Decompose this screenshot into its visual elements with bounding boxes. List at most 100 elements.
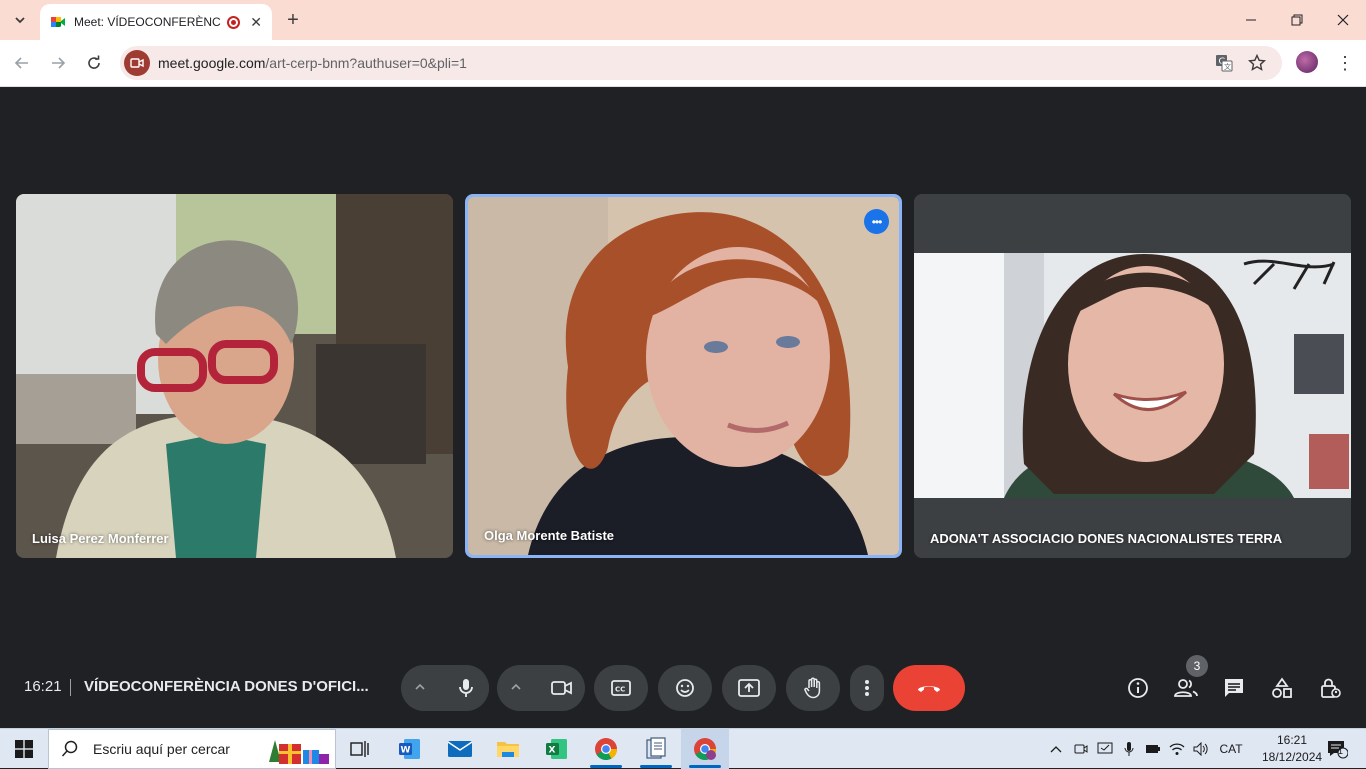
translate-icon[interactable]: G文 [1214,46,1234,80]
taskbar-documents[interactable] [632,729,680,769]
chrome-profile-icon [694,738,716,760]
camera-button[interactable] [539,665,585,711]
hand-icon [804,677,821,699]
monitor-check-icon [1097,742,1113,754]
hang-up-icon [918,686,940,692]
present-screen-icon [738,679,760,697]
back-button[interactable] [8,49,36,77]
more-horizontal-icon: ••• [871,214,883,229]
tray-language[interactable]: CAT [1216,729,1246,769]
taskbar-mail[interactable] [436,729,484,769]
new-tab-button[interactable]: + [280,7,306,33]
task-view-button[interactable] [336,729,384,769]
show-hidden-icons-button[interactable] [1046,729,1066,769]
wifi-icon [1169,743,1185,755]
participant-name: ADONA'T ASSOCIACIO DONES NACIONALISTES T… [930,531,1283,546]
participant-name: Olga Morente Batiste [484,528,615,543]
bookmark-star-icon[interactable] [1248,46,1266,80]
tray-date: 18/12/2024 [1262,750,1323,764]
document-icon [646,737,666,759]
participant-video-olga [468,197,899,555]
activities-icon [1272,677,1292,698]
activities-button[interactable] [1268,674,1296,702]
video-options-button[interactable] [509,680,523,699]
participant-video-luisa [16,194,453,558]
tray-clock[interactable]: 16:21 18/12/2024 [1262,732,1322,766]
taskbar-word[interactable]: W [386,729,434,769]
forward-button[interactable] [44,49,72,77]
taskbar-search-box[interactable]: Escriu aquí per cercar [48,729,336,769]
tile-more-options-button[interactable]: ••• [864,209,889,234]
captions-button[interactable]: CC [594,665,648,711]
tray-app-icon[interactable] [1095,729,1115,769]
close-window-button[interactable] [1320,0,1366,40]
reload-icon [88,55,100,69]
site-camera-icon[interactable] [124,50,150,76]
tray-network[interactable] [1167,729,1187,769]
arrow-right-icon [52,57,66,69]
participant-tile-olga[interactable]: ••• Olga Morente Batiste [465,194,902,558]
more-options-button[interactable] [850,665,884,711]
profile-avatar[interactable] [1296,51,1318,73]
meeting-details-button[interactable] [1124,674,1152,702]
close-icon [1337,14,1349,26]
folder-icon [497,742,519,757]
url-text: meet.google.com/art-cerp-bnm?authuser=0&… [158,55,467,71]
microphone-button[interactable] [443,665,489,711]
reload-button[interactable] [80,49,108,77]
emoji-icon [676,679,694,697]
restore-icon [1291,14,1303,26]
raise-hand-button[interactable] [786,665,840,711]
svg-text:文: 文 [1224,62,1231,71]
leave-call-button[interactable] [893,665,965,711]
tab-strip: Meet: VÍDEOCONFERÈNCIA DONES D'OFICI ✕ + [0,0,1366,40]
info-icon [1128,678,1148,698]
svg-text:X: X [549,746,556,756]
divider [70,679,71,696]
chevron-down-icon [15,17,25,24]
participant-tile-adonat[interactable]: ADONA'T ASSOCIACIO DONES NACIONALISTES T… [914,194,1351,558]
minimize-icon [1246,19,1256,21]
taskbar-chrome-1[interactable] [582,729,630,769]
tab-title: Meet: VÍDEOCONFERÈNCIA DONES D'OFICI [74,15,222,29]
tray-volume[interactable] [1191,729,1211,769]
tray-meet-now[interactable] [1071,729,1091,769]
browser-menu-icon[interactable]: ⋮ [1336,52,1354,74]
more-vertical-icon [865,680,869,696]
meeting-time: 16:21 [24,678,62,695]
notification-center-button[interactable]: 1 [1322,729,1352,769]
svg-text:W: W [401,746,411,756]
microphone-tray-icon [1124,742,1134,756]
tray-microphone[interactable] [1119,729,1139,769]
minimize-button[interactable] [1228,0,1274,40]
taskbar-chrome-2[interactable] [681,729,729,769]
taskbar-file-explorer[interactable] [484,729,532,769]
address-bar[interactable]: meet.google.com/art-cerp-bnm?authuser=0&… [120,46,1282,80]
participant-tile-luisa[interactable]: Luisa Perez Monferrer [16,194,453,558]
chat-icon [1225,679,1243,697]
people-button[interactable] [1172,674,1200,702]
present-screen-button[interactable] [722,665,776,711]
notification-count: 1 [1338,746,1344,756]
mail-icon [447,741,473,757]
google-meet-icon [50,14,66,30]
search-placeholder: Escriu aquí per cercar [93,741,230,757]
chat-button[interactable] [1220,674,1248,702]
microphone-group [401,665,489,711]
camera-tray-icon [1074,744,1088,754]
taskbar-excel[interactable]: X [533,729,581,769]
restore-button[interactable] [1274,0,1320,40]
chevron-up-icon [511,683,521,690]
browser-tab-meet[interactable]: Meet: VÍDEOCONFERÈNCIA DONES D'OFICI ✕ [40,4,272,40]
tab-search-button[interactable] [6,6,34,34]
people-icon [1174,679,1198,697]
search-icon [61,740,78,757]
lock-person-icon [1321,678,1341,698]
close-tab-icon[interactable]: ✕ [250,14,262,31]
tray-battery[interactable] [1143,729,1163,769]
reactions-button[interactable] [658,665,712,711]
audio-options-button[interactable] [413,680,427,699]
start-button[interactable] [0,729,48,769]
host-controls-button[interactable] [1316,674,1344,702]
closed-captions-icon: CC [611,680,631,696]
